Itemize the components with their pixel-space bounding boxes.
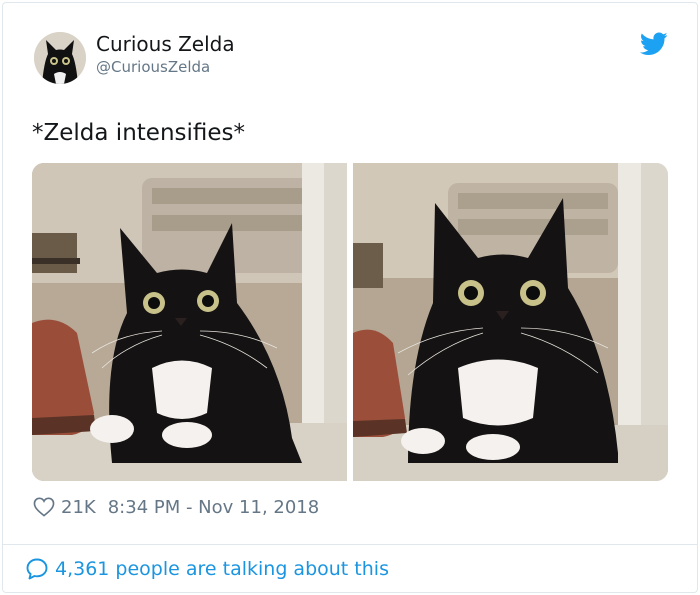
tweet-text: *Zelda intensifies*: [32, 120, 246, 146]
conversation-link[interactable]: 4,361 people are talking about this: [25, 557, 389, 581]
tweet-timestamp[interactable]: 8:34 PM - Nov 11, 2018: [108, 497, 319, 518]
conversation-text[interactable]: 4,361 people are talking about this: [55, 558, 389, 580]
speech-bubble-icon: [25, 557, 49, 581]
avatar[interactable]: [34, 32, 86, 84]
twitter-bird-icon[interactable]: [639, 32, 668, 56]
tweet-meta: 21K 8:34 PM - Nov 11, 2018: [33, 494, 319, 520]
author-name[interactable]: Curious Zelda: [96, 32, 235, 56]
like-count[interactable]: 21K: [61, 497, 96, 518]
tweet-photo-2[interactable]: [353, 163, 668, 481]
tweet-photo-1[interactable]: [32, 163, 347, 481]
divider: [2, 544, 698, 545]
author-handle[interactable]: @CuriousZelda: [96, 58, 210, 76]
heart-icon[interactable]: [33, 497, 55, 517]
